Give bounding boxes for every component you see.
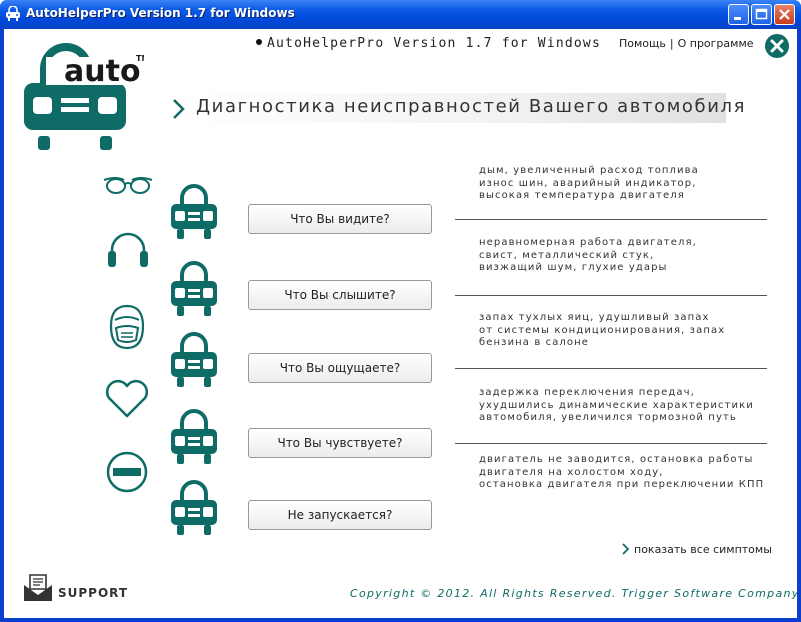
- headphones-icon: [106, 232, 150, 274]
- close-app-icon[interactable]: [764, 33, 790, 63]
- show-all-label: показать все симптомы: [634, 543, 772, 556]
- link-separator: |: [669, 37, 674, 50]
- app-window: AutoHelperPro Version 1.7 for Windows au…: [0, 0, 801, 622]
- car-icon: [169, 184, 219, 246]
- divider: [455, 443, 767, 444]
- app-car-icon: [5, 5, 21, 26]
- question-smell-button[interactable]: Что Вы ощущаете?: [248, 353, 432, 383]
- about-link[interactable]: О программе: [678, 37, 754, 50]
- page-title: Диагностика неисправностей Вашего автомо…: [196, 96, 747, 117]
- top-links: Помощь | О программе: [619, 37, 754, 50]
- divider: [455, 295, 767, 296]
- minimize-button[interactable]: [728, 4, 749, 25]
- question-feel-button[interactable]: Что Вы чувствуете?: [248, 428, 432, 458]
- support-link[interactable]: SUPPORT: [58, 586, 128, 600]
- symptom-description: задержка переключения передач, ухудшились…: [479, 387, 754, 423]
- symptom-description: двигатель не заводится, остановка работы…: [479, 454, 765, 490]
- no-entry-icon: [106, 451, 148, 497]
- window-title: AutoHelperPro Version 1.7 for Windows: [26, 6, 295, 20]
- show-all-symptoms-link[interactable]: показать все симптомы: [622, 543, 772, 556]
- car-icon: [169, 332, 219, 394]
- app-heading: AutoHelperPro Version 1.7 for Windows: [256, 36, 601, 51]
- chevron-right-icon: [171, 98, 187, 124]
- car-icon: [169, 409, 219, 471]
- page-banner: Диагностика неисправностей Вашего автомо…: [168, 93, 744, 124]
- glasses-icon: [102, 174, 154, 200]
- question-no-start-button[interactable]: Не запускается?: [248, 500, 432, 530]
- question-hear-button[interactable]: Что Вы слышите?: [248, 280, 432, 310]
- support-icon[interactable]: [22, 573, 54, 607]
- chevron-right-icon: [622, 543, 630, 555]
- app-heading-text: AutoHelperPro Version 1.7 for Windows: [267, 36, 601, 51]
- question-see-button[interactable]: Что Вы видите?: [248, 204, 432, 234]
- help-link[interactable]: Помощь: [619, 37, 666, 50]
- symptom-description: неравномерная работа двигателя, свист, ме…: [479, 237, 697, 273]
- title-bar[interactable]: AutoHelperPro Version 1.7 for Windows: [0, 0, 801, 29]
- copyright-text: Copyright © 2012. All Rights Reserved. T…: [350, 587, 801, 600]
- heart-icon: [104, 379, 150, 423]
- symptom-description: запах тухлых яиц, удушливый запах от сист…: [479, 312, 726, 348]
- symptom-description: дым, увеличенный расход топлива износ шин…: [479, 165, 699, 201]
- divider: [455, 368, 767, 369]
- maximize-button[interactable]: [751, 4, 772, 25]
- mask-icon: [107, 304, 147, 354]
- logo-trademark: TM: [136, 54, 144, 63]
- close-window-button[interactable]: [774, 4, 795, 25]
- auto-logo: auto TM: [24, 41, 149, 155]
- car-icon: [169, 480, 219, 542]
- bullet-icon: [256, 39, 262, 45]
- divider: [455, 219, 767, 220]
- main-content: auto TM AutoHelperPro Version 1.7 for Wi…: [4, 29, 801, 618]
- logo-text: auto: [64, 54, 141, 89]
- car-icon: [169, 261, 219, 323]
